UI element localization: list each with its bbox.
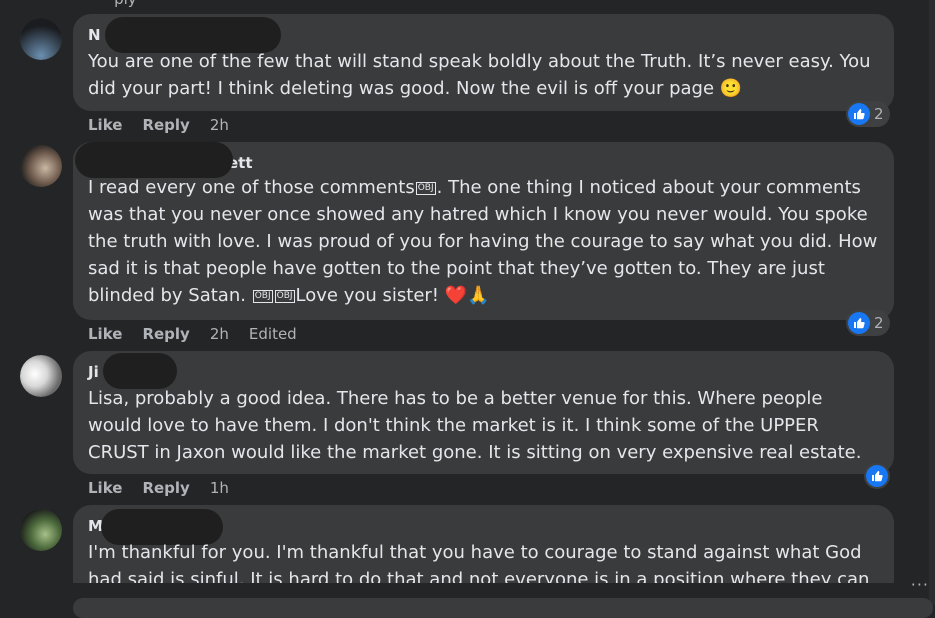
- scrollbar[interactable]: [929, 0, 935, 605]
- more-options-icon[interactable]: ···: [911, 575, 929, 594]
- comment-author[interactable]: N: [88, 26, 101, 44]
- comment-text: You are one of the few that will stand s…: [88, 51, 871, 99]
- comment-author[interactable]: Ji: [88, 363, 99, 381]
- reaction-badge[interactable]: [864, 463, 890, 489]
- reaction-count: 2: [874, 314, 884, 332]
- comment-bubble: ett I read every one of those comments OB…: [73, 142, 894, 320]
- comment-actions: Like Reply 1h: [88, 479, 249, 497]
- comment-text: I read every one of those comments OBJ. T…: [88, 177, 878, 306]
- comment-actions: Like Reply 2h: [88, 116, 249, 134]
- comment-actions: Like Reply 2h Edited: [88, 325, 317, 343]
- thumbs-up-icon: [848, 103, 870, 125]
- avatar[interactable]: [20, 145, 62, 187]
- reply-link[interactable]: Reply: [142, 479, 189, 497]
- like-link[interactable]: Like: [88, 325, 122, 343]
- next-comment-bubble: [73, 598, 933, 618]
- reaction-badge[interactable]: 2: [846, 310, 890, 336]
- comment-text: I'm thankful for you. I'm thankful that …: [88, 542, 870, 583]
- object-replacement-glyph: OBJ: [252, 289, 273, 303]
- avatar[interactable]: [20, 509, 62, 551]
- redacted-name: [75, 142, 233, 178]
- avatar[interactable]: [20, 355, 62, 397]
- reply-link[interactable]: Reply: [142, 116, 189, 134]
- thumbs-up-icon: [866, 465, 888, 487]
- like-link[interactable]: Like: [88, 116, 122, 134]
- thumbs-up-icon: [848, 312, 870, 334]
- comment-bubble: Ji Lisa, probably a good idea. There has…: [73, 351, 894, 474]
- reaction-count: 2: [874, 105, 884, 123]
- object-replacement-glyph: OBJ: [415, 181, 436, 195]
- like-link[interactable]: Like: [88, 479, 122, 497]
- object-replacement-glyph: OBJ: [274, 289, 295, 303]
- reply-link[interactable]: Reply: [142, 325, 189, 343]
- comment-bubble: M I'm thankful for you. I'm thankful tha…: [73, 505, 894, 583]
- comment-text: Lisa, probably a good idea. There has to…: [88, 388, 862, 463]
- previous-reply-fragment: ··· ply: [95, 0, 137, 8]
- comment-bubble: N You are one of the few that will stand…: [73, 14, 894, 111]
- reaction-badge[interactable]: 2: [846, 101, 890, 127]
- timestamp[interactable]: 2h: [210, 325, 229, 343]
- redacted-name: [103, 353, 177, 389]
- timestamp[interactable]: 2h: [210, 116, 229, 134]
- timestamp[interactable]: 1h: [210, 479, 229, 497]
- avatar[interactable]: [20, 18, 62, 60]
- edited-label[interactable]: Edited: [249, 325, 297, 343]
